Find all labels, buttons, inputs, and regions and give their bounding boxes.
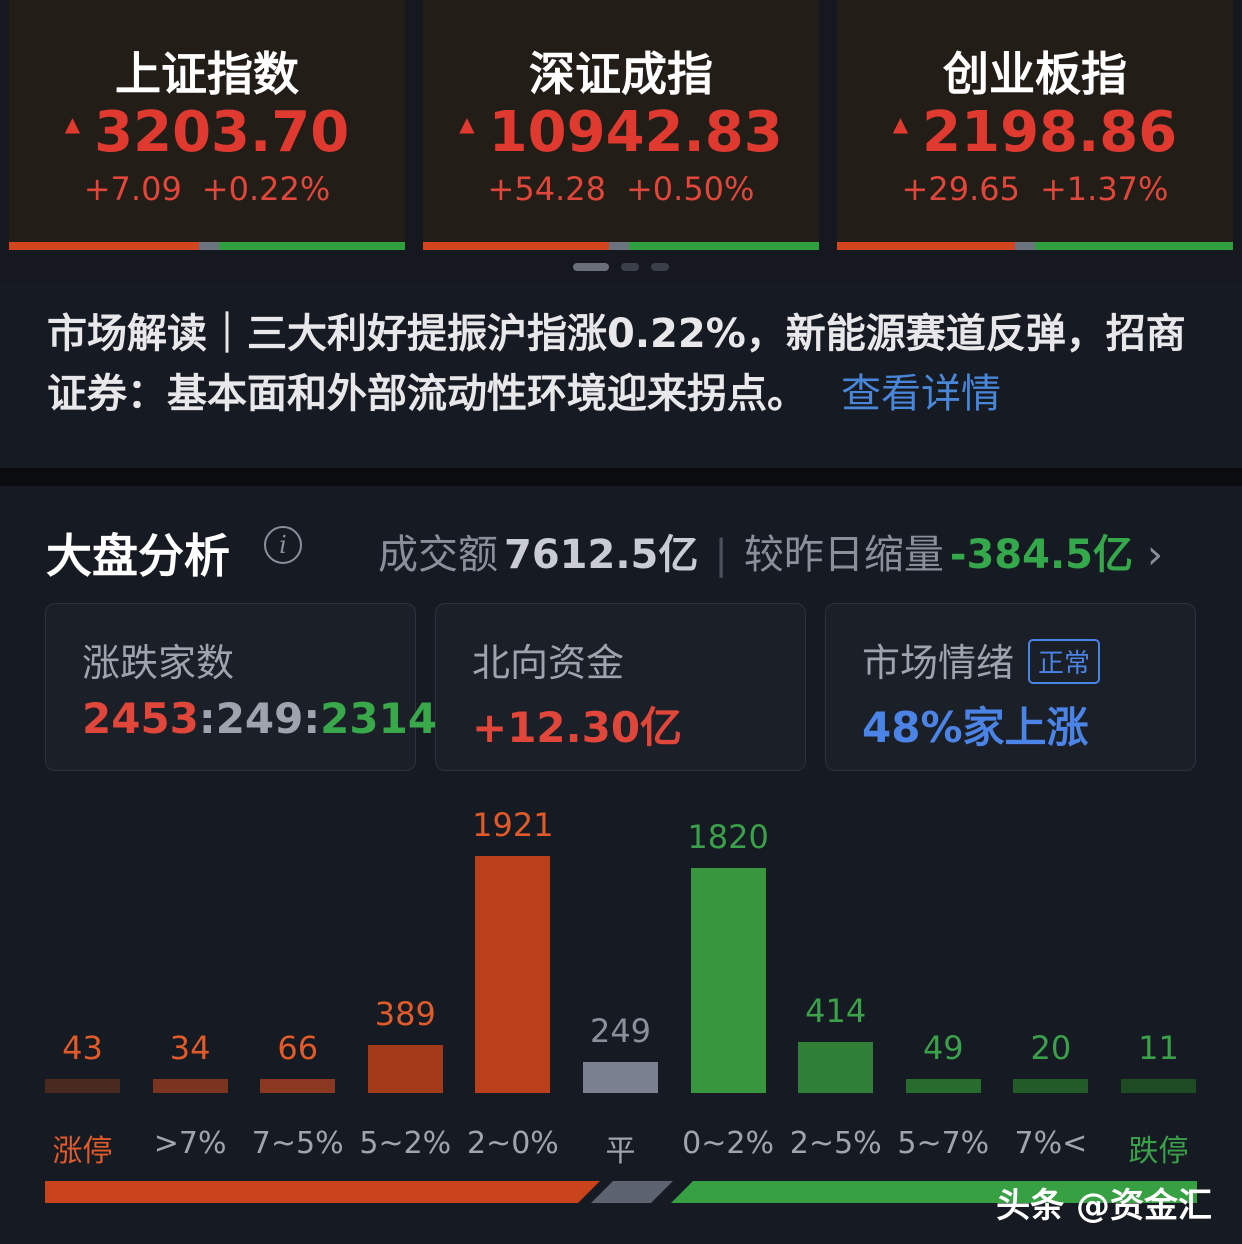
up-arrow-icon: ▲ [892,111,909,136]
bar-value-label: 66 [277,1029,319,1067]
category-label: 2~0% [466,1126,559,1161]
index-percent: +0.50% [625,170,755,208]
bar-value-label: 414 [805,991,867,1030]
up-arrow-icon: ▲ [64,111,81,136]
category-label: 平 [605,1134,636,1169]
category-label: 7~5% [251,1126,344,1161]
up-arrow-icon: ▲ [459,111,475,136]
category-label: 涨停 [52,1134,113,1169]
bar-7 [798,1041,874,1093]
category-label: >7% [153,1126,227,1161]
index-cards: 上证指数 ▲ 3203.70 +7.09 +0.22% 深证成指 ▲ 10942.83… [0,0,1242,250]
index-card-chinext[interactable]: 创业板指 ▲ 2198.86 +29.65 +1.37% [837,0,1233,250]
bar-6 [690,868,766,1093]
carousel-pager[interactable] [0,263,1242,271]
bar-3 [367,1045,443,1093]
index-change-row: +7.09 +0.22% [9,170,405,208]
bar-value-label: 389 [374,995,436,1033]
index-change-row: +29.65 +1.37% [837,170,1233,208]
category-label: 7%< [1014,1126,1088,1161]
bar-1 [152,1079,228,1093]
pager-dot[interactable] [621,263,639,271]
bar-9 [1013,1079,1089,1093]
bar-value-label: 34 [169,1029,211,1067]
bar-0 [45,1079,120,1093]
bar-value-label: 249 [589,1012,652,1051]
distribution-chart: 43 涨停 34 >7% 66 7~5% 389 5~2% 1921 2~0% 249 平 1820 0~… [0,486,1242,1244]
index-name: 上证指数 [115,47,299,101]
index-value-row: ▲ 3203.70 [9,100,405,165]
breadth-bar [9,242,405,250]
pager-dot[interactable] [651,263,669,271]
bar-value-label: 49 [922,1029,964,1067]
index-card-shanghai[interactable]: 上证指数 ▲ 3203.70 +7.09 +0.22% [9,0,405,250]
bar-2 [260,1079,336,1093]
index-change-row: +54.28 +0.50% [423,170,819,208]
bar-value-label: 1820 [687,818,769,857]
section-divider [0,468,1242,486]
category-label: 跌停 [1128,1134,1189,1169]
summary-up-segment [45,1181,600,1203]
index-value: 2198.86 [922,100,1178,165]
index-change: +7.09 [83,170,182,208]
bar-value-label: 1921 [472,806,554,844]
index-value-row: ▲ 10942.83 [423,100,819,165]
pager-dot-active[interactable] [573,263,609,271]
bar-value-label: 20 [1030,1029,1072,1067]
bar-10 [1121,1079,1196,1093]
news-paragraph: 市场解读｜三大利好提振沪指涨0.22%，新能源赛道反弹，招商证券：基本面和外部流… [47,304,1207,424]
news-headline: 市场解读｜三大利好提振沪指涨0.22%，新能源赛道反弹，招商证券：基本面和外部流… [47,311,1186,417]
index-name: 创业板指 [943,47,1127,101]
market-news[interactable]: 市场解读｜三大利好提振沪指涨0.22%，新能源赛道反弹，招商证券：基本面和外部流… [0,282,1242,468]
category-label: 5~7% [897,1126,990,1161]
category-label: 2~5% [789,1126,882,1161]
category-label: 0~2% [682,1126,774,1161]
index-value-row: ▲ 2198.86 [837,100,1233,165]
bar-5 [583,1062,658,1093]
market-analysis-section: 大盘分析 i 成交额 7612.5亿 | 较昨日缩量 -384.5亿 › 涨跌家数 245… [0,486,1242,1244]
index-card-shenzhen[interactable]: 深证成指 ▲ 10942.83 +54.28 +0.50% [423,0,819,250]
breadth-bar [423,242,819,250]
breadth-bar [837,242,1233,250]
category-label: 5~2% [359,1126,452,1161]
watermark: 头条 @资金汇 [996,1186,1212,1226]
index-percent: +0.22% [201,170,331,208]
index-change: +54.28 [487,170,606,208]
bar-value-label: 11 [1138,1029,1179,1067]
bar-8 [905,1079,981,1093]
index-name: 深证成指 [529,47,713,101]
index-value: 3203.70 [94,100,350,165]
index-value: 10942.83 [488,100,783,165]
summary-flat-segment [591,1181,673,1203]
index-percent: +1.37% [1039,170,1169,208]
bar-4 [475,856,551,1093]
index-change: +29.65 [901,170,1020,208]
news-detail-link[interactable]: 查看详情 [841,371,1001,417]
bar-value-label: 43 [62,1029,103,1067]
